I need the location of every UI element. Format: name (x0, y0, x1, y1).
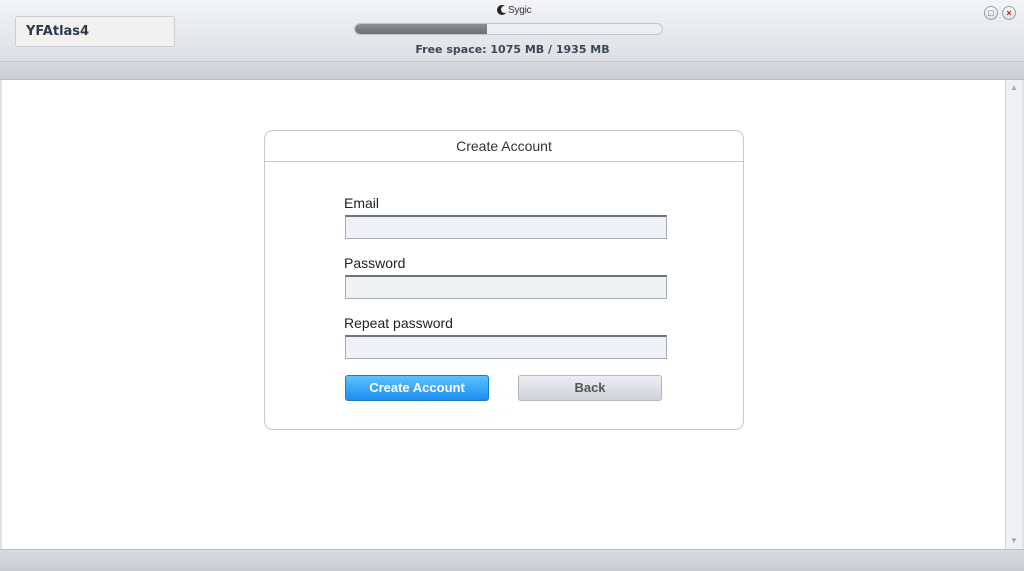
title-bar: YFAtlas4 Sygic Free space: 1075 MB / 193… (0, 0, 1024, 62)
password-field[interactable] (345, 275, 667, 299)
scroll-down-icon[interactable]: ▼ (1006, 533, 1022, 549)
device-name: YFAtlas4 (26, 24, 90, 39)
logo-text: Sygic (508, 4, 532, 16)
close-icon[interactable]: × (1002, 6, 1016, 20)
email-field[interactable] (345, 215, 667, 239)
toolbar-strip (0, 62, 1024, 80)
vertical-scrollbar[interactable]: ▲ ▼ (1005, 80, 1022, 549)
create-account-button[interactable]: Create Account (345, 375, 489, 401)
free-space-text: Free space: 1075 MB / 1935 MB (415, 43, 610, 56)
device-name-box[interactable]: YFAtlas4 (15, 16, 175, 47)
password-label: Password (344, 255, 406, 271)
panel-title: Create Account (265, 131, 743, 162)
sygic-logo-icon (497, 5, 508, 15)
email-label: Email (344, 195, 380, 211)
create-account-panel: Create Account Email Password Repeat pas… (264, 130, 744, 430)
back-button[interactable]: Back (518, 375, 662, 401)
repeat-password-field[interactable] (345, 335, 667, 359)
repeat-password-label: Repeat password (344, 315, 453, 331)
storage-progress-bar (354, 23, 663, 35)
status-bar (0, 549, 1024, 571)
storage-progress-fill (355, 24, 487, 34)
restore-icon[interactable]: □ (984, 6, 998, 20)
scroll-up-icon[interactable]: ▲ (1006, 80, 1022, 96)
sygic-logo: Sygic (497, 4, 532, 16)
